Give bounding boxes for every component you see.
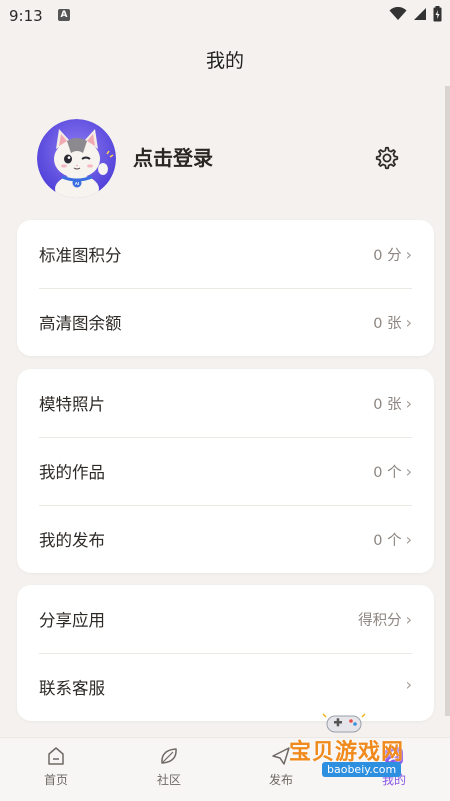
signal-icon	[414, 8, 426, 20]
row-value-text: 得积分	[358, 613, 402, 629]
list-item-standard-points[interactable]: 标准图积分 0 分 ›	[17, 220, 434, 288]
row-value: 0 张 ›	[373, 312, 412, 333]
settings-button[interactable]	[374, 145, 400, 171]
nav-item-community[interactable]: 社区	[129, 744, 209, 788]
row-value-text: 0 张	[373, 316, 402, 332]
status-icons	[389, 6, 442, 22]
battery-icon	[433, 6, 442, 22]
list-item-model-photos[interactable]: 模特照片 0 张 ›	[17, 369, 434, 437]
leaf-icon	[161, 748, 177, 764]
row-label: 模特照片	[39, 395, 105, 414]
row-label: 高清图余额	[39, 314, 122, 333]
svg-text:AI: AI	[75, 181, 80, 186]
list-item-share-app[interactable]: 分享应用 得积分 ›	[17, 585, 434, 653]
status-time: 9:13	[9, 7, 43, 25]
row-label: 我的作品	[39, 463, 105, 482]
row-label: 标准图积分	[39, 246, 122, 265]
row-label: 我的发布	[39, 531, 105, 550]
row-value: 0 分 ›	[373, 244, 412, 265]
nav-label: 社区	[156, 773, 181, 787]
cat-avatar-icon: AI	[37, 119, 116, 198]
row-value-text: 0 分	[373, 248, 402, 264]
chevron-right-icon: ›	[405, 461, 412, 481]
chevron-right-icon: ›	[405, 393, 412, 413]
chevron-right-icon: ›	[405, 609, 412, 629]
list-item-hd-balance[interactable]: 高清图余额 0 张 ›	[17, 288, 434, 356]
chevron-right-icon: ›	[405, 529, 412, 549]
gear-icon	[375, 146, 399, 170]
list-item-contact-support[interactable]: 联系客服 ›	[17, 653, 434, 721]
chevron-right-icon: ›	[405, 675, 412, 694]
service-card: 分享应用 得积分 › 联系客服 ›	[17, 585, 434, 721]
gamepad-icon	[322, 713, 366, 733]
row-value: 0 个 ›	[373, 529, 412, 550]
nav-label: 首页	[43, 773, 68, 787]
list-item-my-posts[interactable]: 我的发布 0 个 ›	[17, 505, 434, 573]
avatar[interactable]: AI	[37, 119, 116, 198]
row-value: 0 张 ›	[373, 393, 412, 414]
scrollbar[interactable]	[445, 86, 450, 716]
row-value: 得积分 ›	[358, 609, 412, 630]
content-card: 模特照片 0 张 › 我的作品 0 个 › 我的发布 0 个 ›	[17, 369, 434, 573]
row-value-text: 0 个	[373, 533, 402, 549]
list-item-my-works[interactable]: 我的作品 0 个 ›	[17, 437, 434, 505]
watermark-url: baobeiy.com	[322, 762, 402, 777]
watermark: 宝贝游戏网 baobeiy.com	[286, 712, 436, 792]
row-value: 0 个 ›	[373, 461, 412, 482]
notification-icon: A	[58, 9, 70, 21]
login-link[interactable]: 点击登录	[133, 142, 213, 171]
page-title: 我的	[205, 50, 244, 72]
row-label: 分享应用	[39, 611, 105, 630]
points-card: 标准图积分 0 分 › 高清图余额 0 张 ›	[17, 220, 434, 356]
wifi-icon	[389, 7, 407, 20]
chevron-right-icon: ›	[405, 244, 412, 264]
chevron-right-icon: ›	[405, 312, 412, 332]
row-value-text: 0 个	[373, 465, 402, 481]
nav-item-home[interactable]: 首页	[16, 744, 96, 788]
row-label: 联系客服	[39, 679, 105, 698]
home-icon	[48, 747, 64, 765]
row-value-text: 0 张	[373, 397, 402, 413]
row-value: ›	[402, 677, 412, 693]
status-bar: 9:13 A	[0, 0, 450, 34]
